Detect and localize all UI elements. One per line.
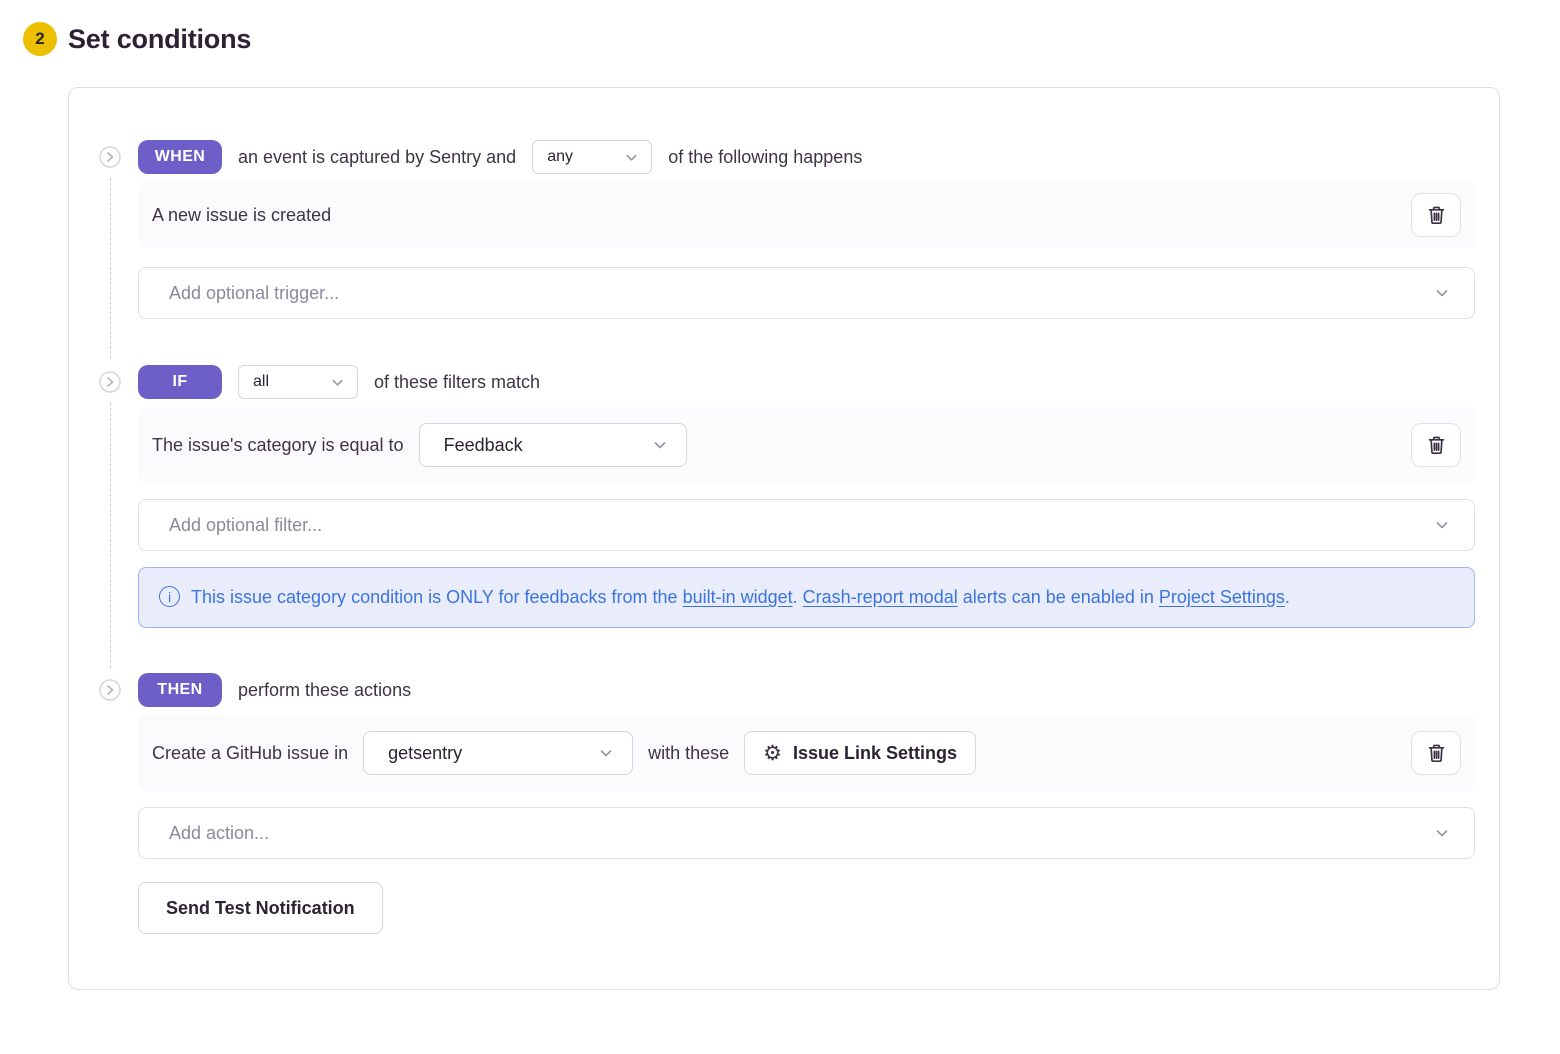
chevron-down-icon xyxy=(1434,285,1450,301)
action-label: Create a GitHub issue in xyxy=(152,743,348,764)
then-text-after: perform these actions xyxy=(238,680,411,701)
when-step-header: WHEN an event is captured by Sentry and … xyxy=(138,140,1475,174)
trigger-condition-label-wrap: A new issue is created xyxy=(152,205,331,226)
then-step: THEN perform these actions Create a GitH… xyxy=(69,673,1475,934)
filter-condition-label-wrap: The issue's category is equal to Feedbac… xyxy=(152,423,687,467)
delete-trigger-button[interactable] xyxy=(1411,193,1461,237)
add-action-placeholder: Add action... xyxy=(169,823,269,844)
issue-link-settings-button[interactable]: ⚙ Issue Link Settings xyxy=(744,731,976,775)
delete-action-button[interactable] xyxy=(1411,731,1461,775)
if-match-select-value: all xyxy=(253,373,269,391)
add-trigger-placeholder: Add optional trigger... xyxy=(169,283,339,304)
builtin-widget-link[interactable]: built-in widget xyxy=(683,587,793,607)
github-repo-select-value: getsentry xyxy=(388,743,462,764)
trash-icon xyxy=(1426,743,1447,764)
when-badge: WHEN xyxy=(138,140,222,174)
step-connector-line xyxy=(110,403,111,668)
info-icon: i xyxy=(159,586,180,607)
circle-chevron-right-icon[interactable] xyxy=(99,679,121,701)
issue-link-settings-label: Issue Link Settings xyxy=(793,743,957,764)
add-optional-filter-select[interactable]: Add optional filter... xyxy=(138,499,1475,551)
chevron-down-icon xyxy=(1434,517,1450,533)
issue-category-info-alert: i This issue category condition is ONLY … xyxy=(138,567,1475,628)
if-step: IF all of these filters match The issue'… xyxy=(69,365,1475,628)
chevron-down-icon xyxy=(330,375,345,390)
if-match-select[interactable]: all xyxy=(238,365,358,399)
if-step-header: IF all of these filters match xyxy=(138,365,1475,399)
if-badge: IF xyxy=(138,365,222,399)
step-number-badge: 2 xyxy=(23,22,57,56)
when-text-after: of the following happens xyxy=(668,147,862,168)
then-step-header: THEN perform these actions xyxy=(138,673,1475,707)
chevron-down-icon xyxy=(1434,825,1450,841)
add-optional-trigger-select[interactable]: Add optional trigger... xyxy=(138,267,1475,319)
chevron-down-icon xyxy=(598,745,614,761)
alert-segment: alerts can be enabled in xyxy=(958,587,1159,607)
send-test-notification-button[interactable]: Send Test Notification xyxy=(138,882,383,934)
step-connector-line xyxy=(110,178,111,359)
alert-message: This issue category condition is ONLY fo… xyxy=(191,582,1290,613)
action-label-wrap: Create a GitHub issue in getsentry with … xyxy=(152,731,976,775)
if-text-after: of these filters match xyxy=(374,372,540,393)
issue-category-select[interactable]: Feedback xyxy=(419,423,687,467)
add-action-select[interactable]: Add action... xyxy=(138,807,1475,859)
when-text-before: an event is captured by Sentry and xyxy=(238,147,516,168)
then-badge: THEN xyxy=(138,673,222,707)
trash-icon xyxy=(1426,205,1447,226)
alert-segment: . xyxy=(1285,587,1290,607)
chevron-down-icon xyxy=(652,437,668,453)
project-settings-link[interactable]: Project Settings xyxy=(1159,587,1285,607)
github-repo-select[interactable]: getsentry xyxy=(363,731,633,775)
alert-segment: . xyxy=(793,587,803,607)
action-connector-text: with these xyxy=(648,743,729,764)
when-step: WHEN an event is captured by Sentry and … xyxy=(69,140,1475,319)
filter-condition-row: The issue's category is equal to Feedbac… xyxy=(138,407,1475,483)
add-filter-placeholder: Add optional filter... xyxy=(169,515,322,536)
alert-rule-builder: 2 Set conditions WHEN an event is captur… xyxy=(0,0,1560,1054)
page-header: 2 Set conditions xyxy=(0,0,1560,56)
action-row: Create a GitHub issue in getsentry with … xyxy=(138,715,1475,791)
page-title: Set conditions xyxy=(68,24,251,55)
trigger-condition-label: A new issue is created xyxy=(152,205,331,226)
chevron-down-icon xyxy=(624,150,639,165)
filter-condition-label: The issue's category is equal to xyxy=(152,435,404,456)
alert-segment: This issue category condition is ONLY fo… xyxy=(191,587,683,607)
circle-chevron-right-icon[interactable] xyxy=(99,371,121,393)
delete-filter-button[interactable] xyxy=(1411,423,1461,467)
gear-icon: ⚙ xyxy=(763,743,782,764)
crash-report-modal-link[interactable]: Crash-report modal xyxy=(803,587,958,607)
issue-category-select-value: Feedback xyxy=(444,435,523,456)
trash-icon xyxy=(1426,435,1447,456)
conditions-card: WHEN an event is captured by Sentry and … xyxy=(68,87,1500,990)
trigger-condition-row: A new issue is created xyxy=(138,182,1475,248)
when-frequency-select-value: any xyxy=(547,148,573,166)
when-frequency-select[interactable]: any xyxy=(532,140,652,174)
circle-chevron-right-icon[interactable] xyxy=(99,146,121,168)
